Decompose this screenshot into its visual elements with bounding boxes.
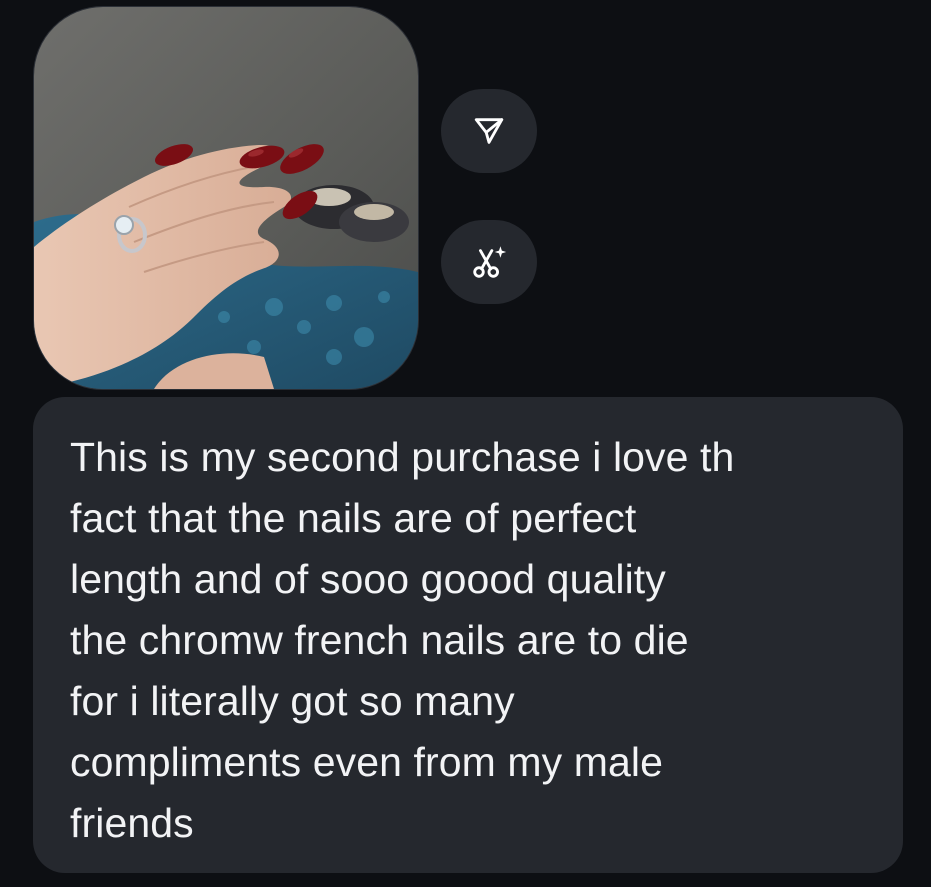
share-button[interactable] [441,89,537,173]
ai-edit-button[interactable] [441,220,537,304]
chat-screen: This is my second purchase i love th fac… [0,0,931,887]
message-text: This is my second purchase i love th fac… [70,434,735,846]
nails-photo [34,7,418,389]
scissors-sparkle-icon [473,246,507,278]
photo-attachment[interactable] [33,6,419,390]
message-bubble[interactable]: This is my second purchase i love th fac… [33,397,903,873]
send-icon [474,118,504,144]
